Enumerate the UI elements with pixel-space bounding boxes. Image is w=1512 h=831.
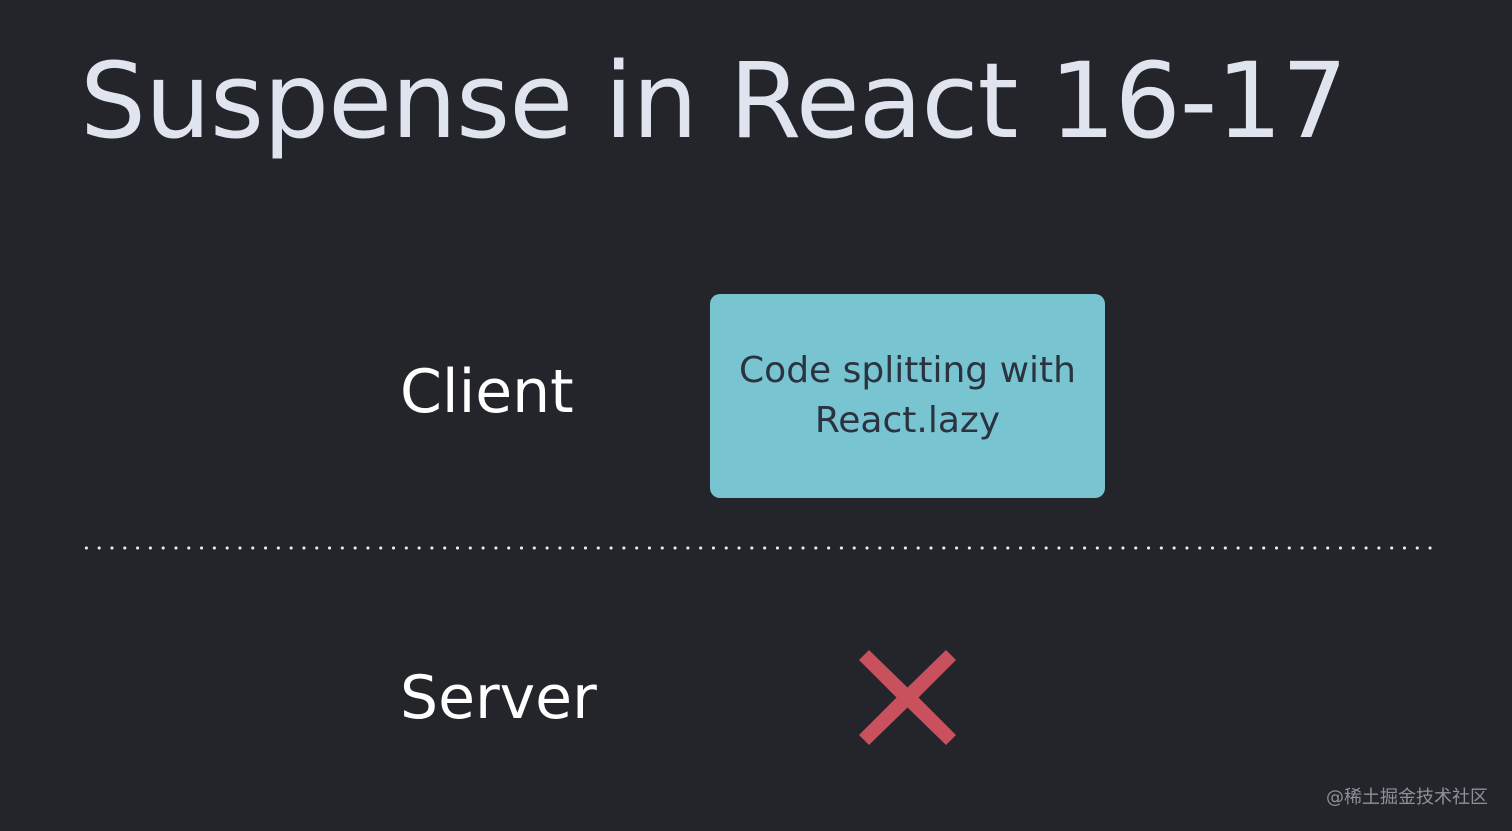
source-watermark: @稀土掘金技术社区 [1326,787,1488,808]
server-row-label: Server [400,663,597,733]
slide-title: Suspense in React 16-17 [80,40,1348,162]
presentation-slide: Suspense in React 16-17 Client Code spli… [0,0,1512,831]
client-row-label: Client [400,357,574,427]
x-icon [859,650,956,745]
client-feature-box: Code splitting with React.lazy [710,294,1105,498]
code-splitting-feature-text: Code splitting with React.lazy [739,350,1076,441]
client-server-divider [80,546,1440,550]
